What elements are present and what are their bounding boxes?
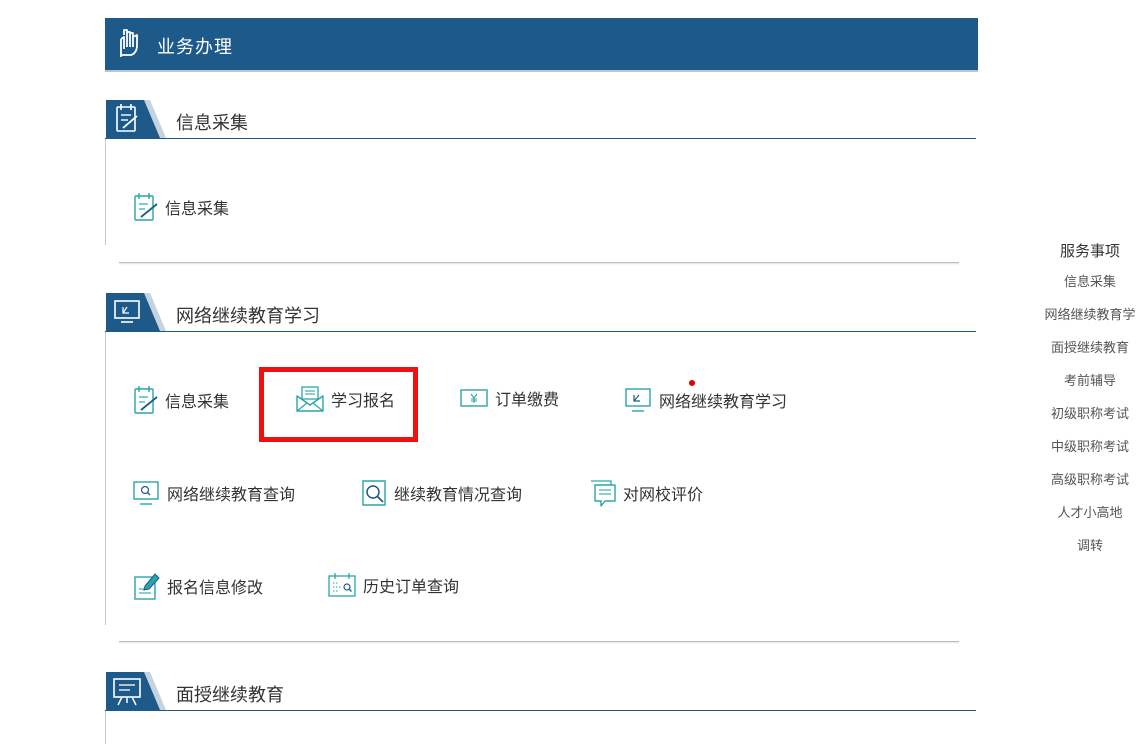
section-title: 面授继续教育 [176, 685, 284, 706]
yen-card-icon [460, 389, 488, 407]
sidebar-item-intermediate-title-exam[interactable]: 中级职称考试 [1040, 431, 1140, 464]
highlight-box [259, 367, 418, 442]
section-header: 面授继续教育 [105, 672, 976, 712]
section-divider [105, 138, 976, 139]
monitor-icon [106, 293, 166, 331]
link-order-payment[interactable]: 订单缴费 [459, 385, 559, 411]
section-title: 网络继续教育学习 [176, 306, 320, 327]
sidebar-item-online-learning[interactable]: 网络继续教育学 [1040, 299, 1140, 332]
section-bottom-separator [119, 641, 959, 642]
section-divider [105, 331, 976, 332]
link-registration-edit[interactable]: 报名信息修改 [133, 571, 263, 601]
sidebar-item-junior-title-exam[interactable]: 初级职称考试 [1040, 398, 1140, 431]
hand-icon [120, 29, 138, 57]
link-label: 对网校评价 [623, 485, 704, 504]
link-label: 报名信息修改 [167, 578, 264, 597]
presentation-icon [106, 672, 166, 710]
section-bottom-separator [119, 262, 959, 263]
link-label: 历史订单查询 [363, 577, 460, 596]
search-doc-icon [362, 480, 386, 506]
section-border [105, 711, 106, 744]
link-online-learning[interactable]: 网络继续教育学习 [623, 385, 787, 415]
sidebar-title: 服务事项 [1059, 242, 1120, 260]
link-label: 网络继续教育查询 [167, 485, 296, 504]
page-title: 业务办理 [157, 37, 233, 58]
section-face-to-face-education: 面授继续教育 [105, 672, 976, 744]
link-label: 信息采集 [165, 392, 230, 411]
link-order-history-query[interactable]: 历史订单查询 [327, 571, 459, 599]
section-header: 信息采集 [105, 100, 976, 140]
sidebar-item-talent-highland[interactable]: 人才小高地 [1040, 497, 1140, 530]
section-border [105, 332, 106, 625]
link-info-collection[interactable]: 信息采集 [133, 385, 229, 415]
link-online-education-query[interactable]: 网络继续教育查询 [131, 478, 295, 508]
section-border [105, 139, 106, 245]
edit-doc-icon [134, 573, 160, 600]
monitor-search-icon [133, 481, 159, 505]
sidebar-item-exam-tutoring[interactable]: 考前辅导 [1040, 365, 1140, 398]
sidebar-item-senior-title-exam[interactable]: 高级职称考试 [1040, 464, 1140, 497]
link-school-evaluation[interactable]: 对网校评价 [589, 478, 703, 508]
link-label: 继续教育情况查询 [394, 485, 523, 504]
section-info-collection: 信息采集 信息采集 [105, 100, 976, 270]
section-header: 网络继续教育学习 [105, 293, 976, 333]
link-education-status-query[interactable]: 继续教育情况查询 [360, 478, 522, 508]
service-sidebar: 服务事项 信息采集 网络继续教育学 面授继续教育 考前辅导 初级职称考试 中级职… [1040, 236, 1140, 563]
section-online-continuing-education: 网络继续教育学习 信息采集 学习报名 订单缴费 网络继续教育学习 网络继续教育查… [105, 293, 976, 648]
comment-icon [591, 480, 616, 507]
link-info-collection[interactable]: 信息采集 [133, 192, 229, 222]
sidebar-item-transfer[interactable]: 调转 [1040, 530, 1140, 563]
notepad-icon [106, 100, 166, 138]
section-divider [105, 710, 976, 711]
sidebar-item-info-collection[interactable]: 信息采集 [1040, 266, 1140, 299]
business-header-bar: 业务办理 [105, 18, 978, 72]
link-label: 网络继续教育学习 [659, 392, 788, 411]
link-label: 订单缴费 [495, 390, 560, 409]
link-label: 信息采集 [165, 199, 230, 218]
sidebar-item-face-to-face[interactable]: 面授继续教育 [1040, 332, 1140, 365]
form-pen-icon [134, 193, 158, 221]
red-dot-marker [689, 380, 695, 386]
calendar-search-icon [328, 573, 356, 597]
monitor-icon [625, 388, 651, 412]
form-pen-icon [134, 386, 158, 414]
section-title: 信息采集 [176, 113, 248, 134]
